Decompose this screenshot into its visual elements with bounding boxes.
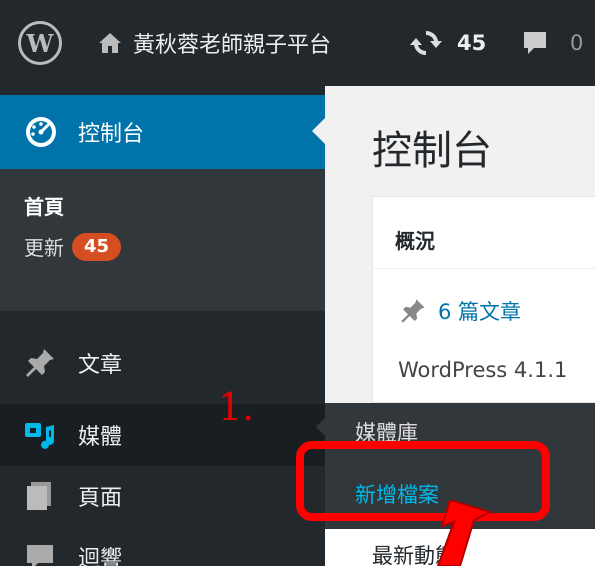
pin-icon: [26, 349, 54, 377]
comments-count[interactable]: 0: [570, 0, 583, 86]
updates-count[interactable]: 45: [457, 0, 486, 86]
page-title: 控制台: [372, 128, 492, 174]
posts-count-link[interactable]: 6 篇文章: [398, 296, 521, 326]
dashboard-icon: [26, 117, 56, 147]
submenu-item-updates[interactable]: 更新 45: [24, 232, 122, 261]
wordpress-logo-icon[interactable]: W: [18, 21, 62, 65]
menu-item-label: 媒體: [78, 425, 123, 450]
update-count-badge: 45: [72, 232, 122, 261]
menu-item-label: 控制台: [78, 122, 145, 147]
home-icon[interactable]: [97, 0, 123, 86]
admin-bar: W 黃秋蓉老師親子平台 45 0: [0, 0, 595, 86]
submenu-item-home[interactable]: 首頁: [24, 191, 64, 220]
active-menu-arrow: [312, 117, 326, 145]
wordpress-version-text: WordPress 4.1.1: [398, 358, 568, 382]
menu-item-media[interactable]: 媒體: [0, 404, 325, 466]
pages-icon: [27, 482, 51, 510]
arrow-annotation-icon: [436, 500, 493, 566]
menu-item-label: 頁面: [78, 486, 123, 511]
menu-item-label: 文章: [78, 353, 123, 378]
submenu-item-label: 更新: [24, 236, 64, 260]
admin-sidebar: 控制台 首頁 更新 45 文章 媒體 頁面 迴響: [0, 86, 326, 566]
pin-icon: [401, 299, 425, 323]
comments-icon[interactable]: [520, 0, 550, 86]
updates-icon[interactable]: [409, 0, 443, 86]
media-icon: [25, 423, 54, 449]
comments-icon: [27, 545, 53, 566]
menu-item-comments[interactable]: 迴響: [0, 526, 325, 566]
menu-item-posts[interactable]: 文章: [0, 332, 325, 394]
menu-item-pages[interactable]: 頁面: [0, 465, 325, 527]
posts-count-label: 6 篇文章: [438, 300, 522, 324]
step-annotation-label: 1.: [218, 385, 255, 429]
flyout-pointer: [316, 418, 325, 436]
menu-item-dashboard[interactable]: 控制台: [0, 95, 326, 169]
menu-item-label: 迴響: [78, 547, 123, 566]
dashboard-submenu: 首頁 更新 45: [0, 169, 325, 311]
divider: [372, 268, 595, 269]
postbox-title[interactable]: 概況: [395, 225, 435, 254]
site-name-link[interactable]: 黃秋蓉老師親子平台: [133, 0, 331, 86]
